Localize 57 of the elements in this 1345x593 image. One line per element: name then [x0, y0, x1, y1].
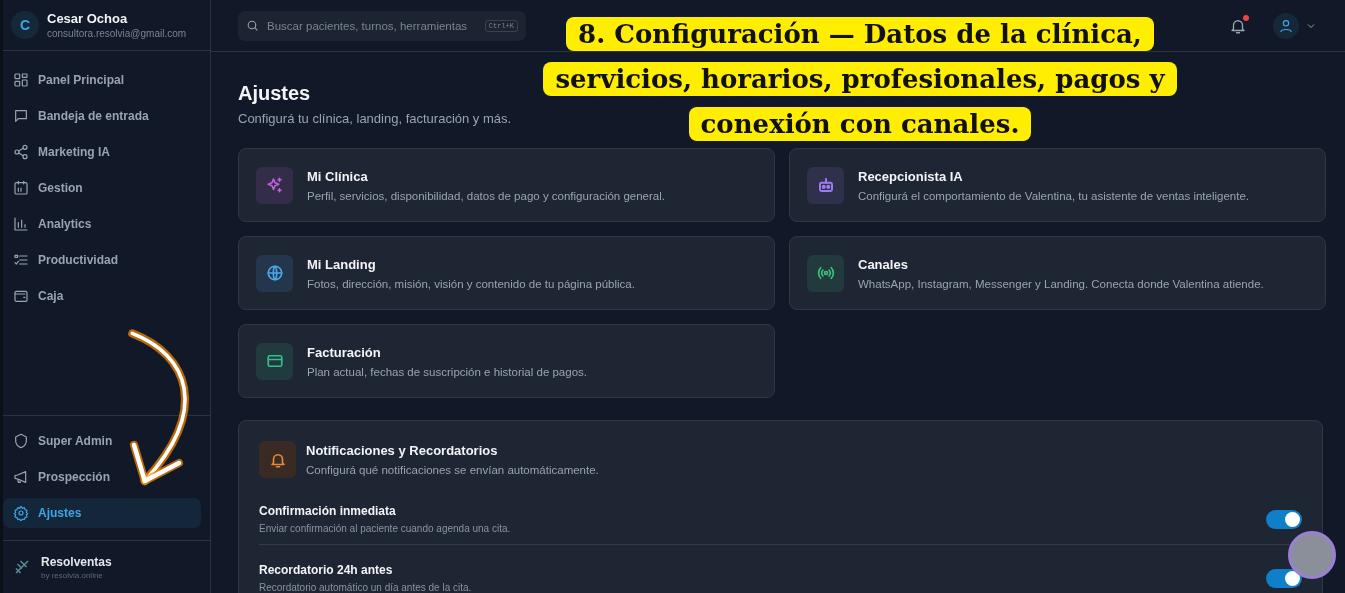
photo-placeholder [1288, 531, 1336, 579]
card-description: WhatsApp, Instagram, Messenger y Landing. Conecta donde Valentina atiende. [858, 277, 1264, 290]
settings-card[interactable]: Canales WhatsApp, Instagram, Messenger y Landing. Conecta donde Valentina atiende. [789, 236, 1326, 310]
chart-icon [13, 216, 29, 232]
card-description: Perfil, servicios, disponibilidad, datos de pago y configuración general. [307, 189, 665, 202]
list-icon [13, 252, 29, 268]
chat-icon [13, 108, 29, 124]
user-name: Cesar Ochoa [47, 11, 129, 26]
card-title: Facturación [307, 344, 382, 360]
card-title: Recepcionista IA [858, 168, 964, 184]
logo-icon [13, 558, 31, 576]
nav-item[interactable]: Ajustes [3, 498, 201, 528]
nav-item[interactable]: Marketing IA [3, 137, 120, 167]
calendar-icon [13, 180, 29, 196]
panel-title: Notificaciones y Recordatorios [306, 443, 499, 458]
setting-label: Recordatorio 24h antes [259, 563, 394, 577]
card-title: Mi Landing [307, 256, 377, 272]
panel-subtitle: Configurá qué notificaciones se envían automáticamente. [306, 464, 599, 476]
nav-item[interactable]: Caja [3, 281, 74, 311]
card-description: Plan actual, fechas de suscripción e historial de pagos. [307, 365, 587, 378]
wallet-icon [13, 288, 29, 304]
nav-item[interactable]: Bandeja de entrada [3, 101, 159, 131]
brand-byline: by resolvia.online [41, 570, 104, 580]
nav-item[interactable]: Prospección [3, 462, 121, 492]
card-title: Mi Clínica [307, 168, 369, 184]
gear-icon [13, 505, 29, 521]
shield-icon [13, 433, 29, 449]
nav-item[interactable]: Panel Principal [3, 65, 135, 95]
grid-icon [13, 72, 29, 88]
settings-card[interactable]: Mi Clínica Perfil, servicios, disponibilidad, datos de pago y configuración general. [238, 148, 775, 222]
card-description: Fotos, dirección, misión, visión y contenido de tu página pública. [307, 277, 635, 290]
user-email: consultora.resolvia@gmail.com [47, 28, 187, 39]
setting-label: Confirmación inmediata [259, 504, 397, 518]
card-title: Canales [858, 256, 909, 272]
setting-description: Recordatorio automático un día antes de la cita. [259, 582, 472, 593]
nav-item[interactable]: Super Admin [3, 426, 123, 456]
person-icon [1278, 17, 1294, 34]
page-title: Ajustes [238, 82, 311, 105]
nav-item[interactable]: Gestion [3, 173, 93, 203]
share-icon [13, 144, 29, 160]
settings-card[interactable]: Recepcionista IA Configurá el comportamiento de Valentina, tu asistente de ventas inteligente. [789, 148, 1326, 222]
setting-description: Enviar confirmación al paciente cuando agenda una cita. [259, 523, 511, 534]
page-subtitle: Configurá tu clínica, landing, facturación y más. [238, 111, 512, 126]
search-icon [246, 19, 259, 32]
brand-name: Resolventas [41, 554, 112, 569]
profile-avatar[interactable] [1273, 12, 1299, 39]
toggle-switch[interactable] [1266, 568, 1302, 588]
nav-item[interactable]: Analytics [3, 209, 102, 239]
notifications-button[interactable] [1229, 16, 1247, 35]
nav-item[interactable]: Productividad [3, 245, 128, 275]
search-input[interactable]: Buscar pacientes, turnos, herramientas [265, 18, 479, 33]
user-avatar: C [11, 11, 39, 39]
megaphone-icon [13, 469, 29, 485]
card-description: Configurá el comportamiento de Valentina, tu asistente de ventas inteligente. [858, 189, 1250, 202]
settings-card[interactable]: Facturación Plan actual, fechas de suscripción e historial de pagos. [238, 324, 775, 398]
settings-card[interactable]: Mi Landing Fotos, dirección, misión, visión y contenido de tu página pública. [238, 236, 775, 310]
toggle-switch[interactable] [1266, 509, 1302, 529]
